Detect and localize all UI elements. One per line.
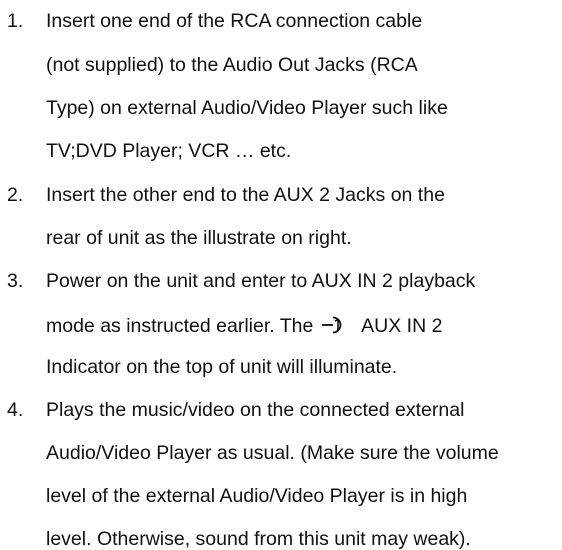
step-3-line-1: Power on the unit and enter to AUX IN 2 …: [46, 270, 476, 292]
step-1-line-2: (not supplied) to the Audio Out Jacks (R…: [46, 54, 418, 76]
step-3-line-3: Indicator on the top of unit will illumi…: [46, 356, 398, 378]
aux-in-2-label: AUX IN 2: [361, 315, 443, 337]
step-number-1: 1.: [7, 10, 24, 32]
step-number-2: 2.: [7, 184, 24, 206]
step-3-line-2-text: mode as instructed earlier. The: [46, 315, 314, 337]
instructions-page: 1. Insert one end of the RCA connection …: [0, 0, 562, 550]
step-1-line-4: TV;DVD Player; VCR … etc.: [46, 140, 292, 162]
step-4-line-3: level of the external Audio/Video Player…: [46, 485, 468, 507]
step-1-line-1: Insert one end of the RCA connection cab…: [46, 10, 423, 32]
step-2-line-2: rear of unit as the illustrate on right.: [46, 227, 352, 249]
step-4-line-1: Plays the music/video on the connected e…: [46, 399, 465, 421]
step-4-line-2: Audio/Video Player as usual. (Make sure …: [46, 442, 499, 464]
step-number-3: 3.: [7, 270, 24, 292]
aux-input-jack-icon: [321, 315, 349, 335]
step-1-line-3: Type) on external Audio/Video Player suc…: [46, 97, 448, 119]
step-3-line-2: mode as instructed earlier. The AUX IN 2: [46, 315, 442, 337]
step-number-4: 4.: [7, 399, 24, 421]
step-4-line-4: level. Otherwise, sound from this unit m…: [46, 528, 471, 550]
step-2-line-1: Insert the other end to the AUX 2 Jacks …: [46, 184, 445, 206]
